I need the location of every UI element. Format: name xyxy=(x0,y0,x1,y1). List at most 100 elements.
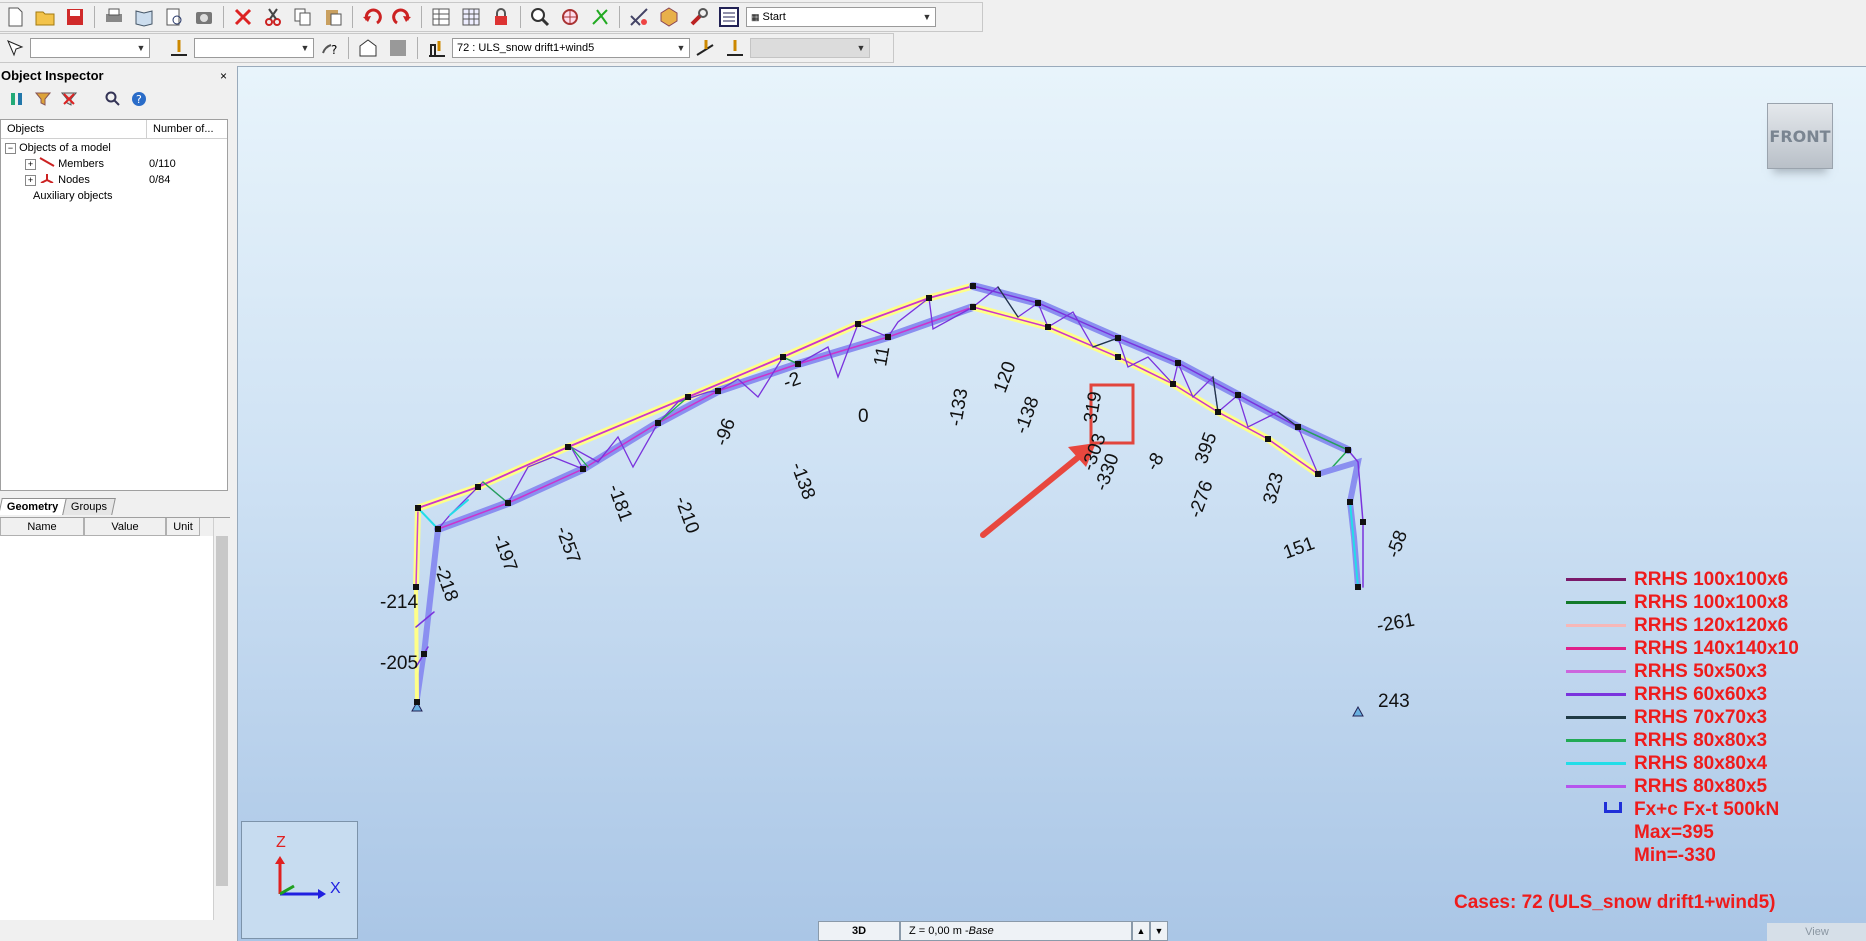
node-marker[interactable] xyxy=(1265,436,1271,442)
node-marker[interactable] xyxy=(795,361,801,367)
node-marker[interactable] xyxy=(565,444,571,450)
cases-combo[interactable]: ▼ xyxy=(194,38,314,58)
redo-icon[interactable] xyxy=(389,4,415,30)
node-marker[interactable] xyxy=(1115,335,1121,341)
help-icon[interactable]: ? xyxy=(128,89,150,109)
delete-icon[interactable] xyxy=(230,4,256,30)
tools-icon[interactable] xyxy=(686,4,712,30)
node-marker[interactable] xyxy=(1315,471,1321,477)
node-marker[interactable] xyxy=(1360,519,1366,525)
tab-geometry[interactable]: Geometry xyxy=(0,498,68,515)
load-case-icon[interactable] xyxy=(424,35,450,61)
viewcube-front[interactable]: FRONT xyxy=(1767,103,1833,169)
open-icon[interactable] xyxy=(32,4,58,30)
tab-groups[interactable]: Groups xyxy=(62,498,117,515)
node-marker[interactable] xyxy=(435,526,441,532)
preview-icon[interactable] xyxy=(161,4,187,30)
tree-column-number[interactable]: Number of... xyxy=(147,120,227,138)
undo-icon[interactable] xyxy=(359,4,385,30)
filter-icon[interactable] xyxy=(32,89,54,109)
status-mode[interactable]: 3D xyxy=(818,921,900,941)
node-marker[interactable] xyxy=(1347,499,1353,505)
step-down-icon[interactable]: ▼ xyxy=(1150,921,1168,941)
structure-viewport[interactable]: -214 -205 -218 -197 -257 -181 -210 -96 -138 -2 0 11… xyxy=(237,66,1866,941)
lock-icon[interactable] xyxy=(488,4,514,30)
collapse-icon[interactable]: − xyxy=(5,142,16,154)
node-marker[interactable] xyxy=(715,388,721,394)
node-marker[interactable] xyxy=(1295,424,1301,430)
expand-icon[interactable]: + xyxy=(25,174,36,186)
node-marker[interactable] xyxy=(970,283,976,289)
node-marker[interactable] xyxy=(415,505,421,511)
property-scrollbar[interactable] xyxy=(213,518,230,920)
node-marker[interactable] xyxy=(580,466,586,472)
node-marker[interactable] xyxy=(413,584,419,590)
copy-icon[interactable] xyxy=(290,4,316,30)
node-marker[interactable] xyxy=(685,394,691,400)
print-preview-icon[interactable] xyxy=(131,4,157,30)
load-display-icon[interactable] xyxy=(692,35,718,61)
save-icon[interactable] xyxy=(62,4,88,30)
view-tab[interactable]: View xyxy=(1767,923,1866,941)
column-name[interactable]: Name xyxy=(0,518,84,536)
force-label: -214 xyxy=(380,592,418,613)
node-marker[interactable] xyxy=(1175,360,1181,366)
column-value[interactable]: Value xyxy=(84,518,166,536)
filter-clear-icon[interactable] xyxy=(58,89,80,109)
node-marker[interactable] xyxy=(655,420,661,426)
node-marker[interactable] xyxy=(1045,324,1051,330)
select-cursor-icon[interactable] xyxy=(2,35,28,61)
screen-capture-icon[interactable] xyxy=(191,4,217,30)
node-marker[interactable] xyxy=(421,651,427,657)
force-label: -133 xyxy=(945,387,972,428)
table-icon[interactable] xyxy=(428,4,454,30)
node-marker[interactable] xyxy=(475,484,481,490)
pointer-question-icon[interactable]: ? xyxy=(316,35,342,61)
step-up-icon[interactable]: ▲ xyxy=(1132,921,1150,941)
tree-column-objects[interactable]: Objects xyxy=(1,120,147,138)
tree-item-objects-of-model[interactable]: − Objects of a model xyxy=(5,141,111,155)
node-marker[interactable] xyxy=(780,354,786,360)
table-edit-icon[interactable] xyxy=(458,4,484,30)
display-icon[interactable] xyxy=(656,4,682,30)
tree-item-nodes[interactable]: + Nodes xyxy=(25,173,90,187)
tree-icon[interactable] xyxy=(6,89,28,109)
node-marker[interactable] xyxy=(1215,409,1221,415)
node-marker[interactable] xyxy=(885,334,891,340)
node-marker[interactable] xyxy=(970,304,976,310)
color-box-icon[interactable] xyxy=(385,35,411,61)
print-icon[interactable] xyxy=(101,4,127,30)
load-case-select[interactable]: 72 : ULS_snow drift1+wind5 ▼ xyxy=(452,38,690,58)
node-marker[interactable] xyxy=(855,321,861,327)
selection-combo[interactable]: ▼ xyxy=(30,38,150,58)
search-icon[interactable] xyxy=(102,89,124,109)
cut-icon[interactable] xyxy=(260,4,286,30)
node-marker[interactable] xyxy=(1235,392,1241,398)
node-marker[interactable] xyxy=(926,295,932,301)
tree-item-members[interactable]: + Members xyxy=(25,157,104,171)
structure-icon[interactable] xyxy=(626,4,652,30)
node-marker[interactable] xyxy=(414,699,420,705)
column-unit[interactable]: Unit xyxy=(166,518,200,536)
case-select-icon[interactable] xyxy=(166,35,192,61)
layout-icon[interactable] xyxy=(716,4,742,30)
node-marker[interactable] xyxy=(1355,584,1361,590)
tree-item-auxiliary-objects[interactable]: Auxiliary objects xyxy=(33,189,112,203)
new-icon[interactable] xyxy=(2,4,28,30)
layout-select[interactable]: ▦ Start ▼ xyxy=(746,7,936,27)
node-marker[interactable] xyxy=(1170,381,1176,387)
zoom-window-icon[interactable] xyxy=(527,4,553,30)
node-marker[interactable] xyxy=(1345,447,1351,453)
scrollbar-thumb[interactable] xyxy=(216,536,228,886)
expand-icon[interactable]: + xyxy=(25,158,36,170)
paste-icon[interactable] xyxy=(320,4,346,30)
node-marker[interactable] xyxy=(1115,354,1121,360)
zoom-icon[interactable] xyxy=(557,4,583,30)
node-marker[interactable] xyxy=(505,500,511,506)
status-plane[interactable]: Z = 0,00 m - Base xyxy=(900,921,1132,941)
snap-icon[interactable] xyxy=(587,4,613,30)
load-settings-icon[interactable] xyxy=(722,35,748,61)
close-icon[interactable]: × xyxy=(220,66,227,86)
node-marker[interactable] xyxy=(1035,300,1041,306)
frame-view-icon[interactable] xyxy=(355,35,381,61)
